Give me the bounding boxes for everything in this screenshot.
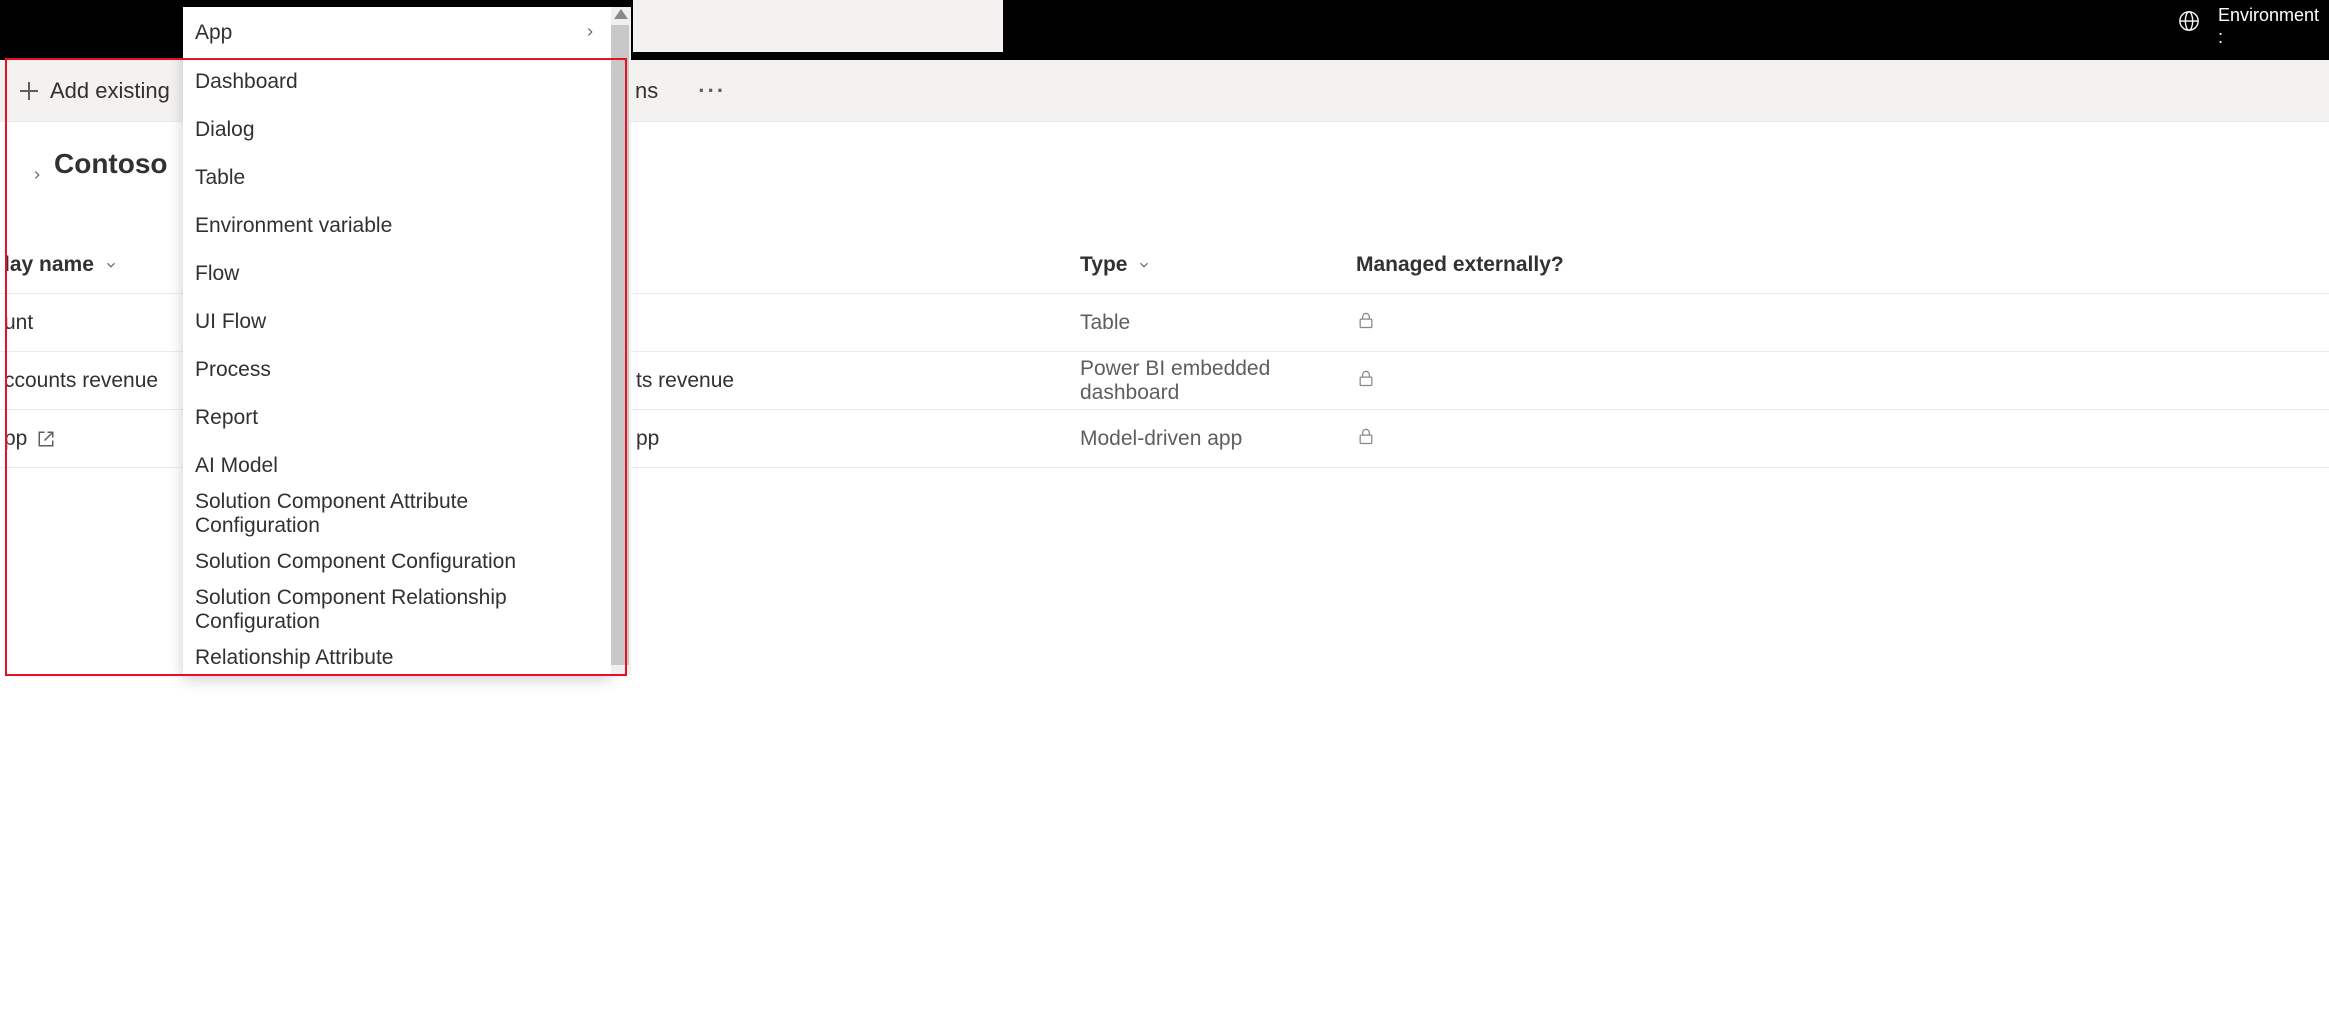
breadcrumb[interactable]: Contoso — [30, 148, 168, 180]
menu-item-label: AI Model — [195, 454, 278, 478]
menu-item-label: Environment variable — [195, 214, 392, 238]
row-name-left: ccounts revenue — [4, 369, 158, 393]
globe-icon — [2178, 10, 2200, 37]
scroll-up-icon — [614, 9, 628, 19]
page-title: Contoso — [54, 148, 168, 180]
menu-item-label: Solution Component Attribute Configurati… — [195, 490, 597, 538]
row-name-right: ts revenue — [636, 369, 734, 393]
add-existing-menu: App Dashboard Dialog Table Environment varia… — [183, 7, 631, 675]
row-name-left: pp — [4, 427, 27, 451]
menu-item-label: Dialog — [195, 118, 255, 142]
menu-item[interactable]: Dashboard — [183, 58, 611, 106]
menu-item[interactable]: AI Model — [183, 442, 611, 490]
open-external-icon[interactable] — [37, 430, 55, 448]
chevron-right-icon — [30, 157, 44, 171]
menu-item[interactable]: Report — [183, 394, 611, 442]
column-type[interactable]: Type — [1080, 253, 1356, 277]
command-bar-tail: ns ··· — [635, 60, 726, 121]
menu-item[interactable]: Process — [183, 346, 611, 394]
menu-item[interactable]: Solution Component Relationship Configur… — [183, 586, 611, 634]
environment-label: Environment — [2218, 4, 2319, 26]
menu-item[interactable]: Environment variable — [183, 202, 611, 250]
row-managed — [1356, 310, 1956, 336]
menu-item[interactable]: UI Flow — [183, 298, 611, 346]
menu-item-label: Solution Component Relationship Configur… — [195, 586, 597, 634]
menu-item[interactable]: Table — [183, 154, 611, 202]
menu-item-label: Flow — [195, 262, 239, 286]
menu-item-label: App — [195, 21, 232, 45]
chevron-right-icon — [583, 21, 597, 45]
menu-item[interactable]: Dialog — [183, 106, 611, 154]
row-type: Model-driven app — [1080, 427, 1356, 451]
menu-item-label: Solution Component Configuration — [195, 550, 516, 574]
add-existing-label: Add existing — [50, 78, 170, 104]
menu-item-label: UI Flow — [195, 310, 266, 334]
menu-item[interactable]: Flow — [183, 250, 611, 298]
menu-item-label: Dashboard — [195, 70, 298, 94]
menu-item[interactable]: Solution Component Attribute Configurati… — [183, 490, 611, 538]
row-name-right: pp — [636, 427, 659, 451]
chevron-down-icon — [1137, 258, 1151, 272]
environment-picker[interactable]: Environment : — [2178, 4, 2319, 48]
command-fragment: ns — [635, 78, 658, 104]
menu-list: App Dashboard Dialog Table Environment varia… — [183, 7, 611, 675]
menu-scrollbar[interactable] — [611, 7, 631, 675]
search-area[interactable] — [633, 0, 1003, 52]
lock-icon — [1356, 370, 1376, 393]
menu-item-label: Relationship Attribute — [195, 646, 393, 670]
menu-item[interactable]: Relationship Attribute — [183, 634, 611, 675]
menu-item-label: Report — [195, 406, 258, 430]
plus-icon — [20, 82, 38, 100]
lock-icon — [1356, 428, 1376, 451]
overflow-button[interactable]: ··· — [698, 78, 726, 104]
menu-item-label: Table — [195, 166, 245, 190]
menu-item[interactable]: App — [183, 7, 611, 58]
row-managed — [1356, 426, 1956, 452]
row-name-left: unt — [4, 311, 33, 335]
scroll-thumb[interactable] — [611, 25, 629, 665]
chevron-down-icon — [104, 258, 118, 272]
column-managed[interactable]: Managed externally? — [1356, 253, 1956, 277]
menu-item-label: Process — [195, 358, 271, 382]
row-type: Power BI embedded dashboard — [1080, 357, 1356, 405]
row-type: Table — [1080, 311, 1356, 335]
row-managed — [1356, 368, 1956, 394]
lock-icon — [1356, 312, 1376, 335]
menu-item[interactable]: Solution Component Configuration — [183, 538, 611, 586]
environment-colon: : — [2218, 26, 2319, 48]
